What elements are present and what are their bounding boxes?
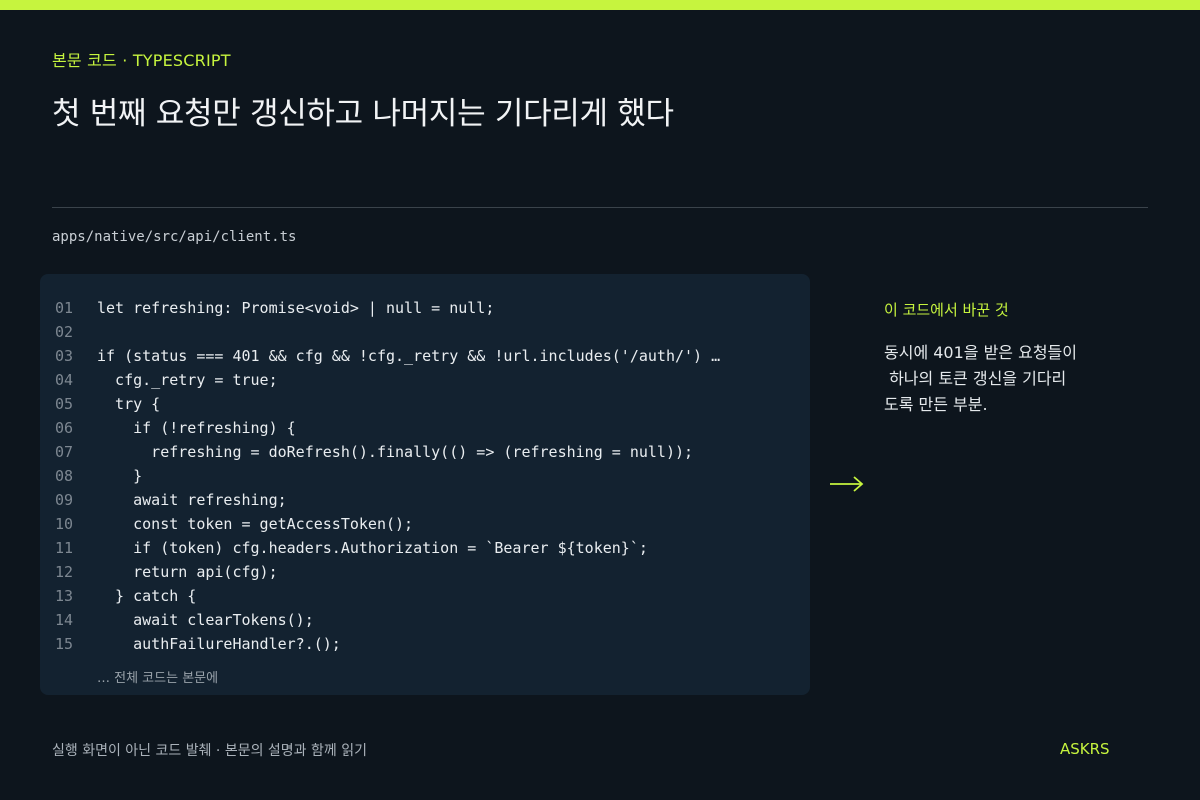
code-footer-note: … 전체 코드는 본문에 <box>97 671 219 686</box>
line-number: 13 <box>55 587 74 605</box>
section-eyebrow: 본문 코드 · TYPESCRIPT <box>52 51 231 70</box>
code-line: 12 return api(cfg); <box>40 560 810 584</box>
brand-logo-text: ASKRS <box>1060 740 1110 758</box>
note-title: 이 코드에서 바꾼 것 <box>884 301 1009 319</box>
line-code: } catch { <box>97 587 197 605</box>
line-number: 10 <box>55 515 74 533</box>
line-number: 06 <box>55 419 74 437</box>
line-code: authFailureHandler?.(); <box>97 635 341 653</box>
line-number: 14 <box>55 611 74 629</box>
line-number: 08 <box>55 467 74 485</box>
divider <box>52 207 1148 208</box>
line-code: const token = getAccessToken(); <box>97 515 414 533</box>
line-code: if (!refreshing) { <box>97 419 296 437</box>
line-number: 07 <box>55 443 74 461</box>
code-line: 13 } catch { <box>40 584 810 608</box>
line-code: if (status === 401 && cfg && !cfg._retry… <box>97 347 721 365</box>
code-line: 03 if (status === 401 && cfg && !cfg._ret… <box>40 344 810 368</box>
line-number: 02 <box>55 323 74 341</box>
code-line: 04 cfg._retry = true; <box>40 368 810 392</box>
line-code: try { <box>97 395 161 413</box>
line-code: let refreshing: Promise<void> | null = n… <box>97 299 495 317</box>
line-number: 05 <box>55 395 74 413</box>
line-code: await clearTokens(); <box>97 611 314 629</box>
page-title: 첫 번째 요청만 갱신하고 나머지는 기다리게 했다 <box>52 96 674 132</box>
line-code: cfg._retry = true; <box>97 371 278 389</box>
line-number: 04 <box>55 371 74 389</box>
note-body: 동시에 401을 받은 요청들이 하나의 토큰 갱신을 기다리 도록 만든 부분… <box>884 340 1134 418</box>
code-block: 01 let refreshing: Promise<void> | null =… <box>40 296 810 656</box>
code-line: 08 } <box>40 464 810 488</box>
line-number: 12 <box>55 563 74 581</box>
line-code: } <box>97 467 143 485</box>
code-line: 10 const token = getAccessToken(); <box>40 512 810 536</box>
footer-caption: 실행 화면이 아닌 코드 발췌 · 본문의 설명과 함께 읽기 <box>52 743 367 759</box>
code-line: 01 let refreshing: Promise<void> | null =… <box>40 296 810 320</box>
code-line: 14 await clearTokens(); <box>40 608 810 632</box>
line-number: 03 <box>55 347 74 365</box>
code-line: 05 try { <box>40 392 810 416</box>
line-number: 11 <box>55 539 74 557</box>
code-panel: 01 let refreshing: Promise<void> | null =… <box>40 274 810 695</box>
line-number: 09 <box>55 491 74 509</box>
code-line: 11 if (token) cfg.headers.Authorization … <box>40 536 810 560</box>
file-path: apps/native/src/api/client.ts <box>52 229 297 245</box>
code-line: 07 refreshing = doRefresh().finally(() =… <box>40 440 810 464</box>
accent-top-bar <box>0 0 1200 10</box>
line-code: return api(cfg); <box>97 563 278 581</box>
note-line: 도록 만든 부분. <box>884 395 988 414</box>
note-line: 동시에 401을 받은 요청들이 <box>884 343 1077 362</box>
line-number: 15 <box>55 635 74 653</box>
line-code: if (token) cfg.headers.Authorization = `… <box>97 539 648 557</box>
line-number: 01 <box>55 299 74 317</box>
code-line: 15 authFailureHandler?.(); <box>40 632 810 656</box>
line-code: await refreshing; <box>97 491 287 509</box>
code-line: 09 await refreshing; <box>40 488 810 512</box>
note-line: 하나의 토큰 갱신을 기다리 <box>884 369 1067 388</box>
line-code: refreshing = doRefresh().finally(() => (… <box>97 443 694 461</box>
code-line: 02 <box>40 320 810 344</box>
code-line: 06 if (!refreshing) { <box>40 416 810 440</box>
right-arrow-icon <box>830 476 864 492</box>
